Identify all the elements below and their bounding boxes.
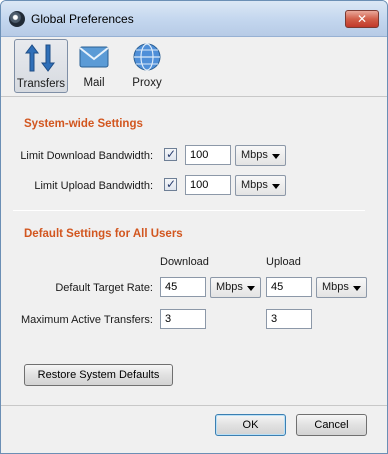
tab-transfers-label: Transfers [16,78,66,90]
download-limit-checkbox[interactable]: ✓ [164,147,177,161]
proxy-globe-icon [133,43,161,71]
upload-limit-input[interactable] [185,175,231,195]
max-transfers-label: Maximum Active Transfers: [20,314,153,326]
transfers-arrows-icon [25,44,55,72]
upload-limit-checkbox[interactable]: ✓ [164,177,177,191]
checkmark-icon: ✓ [166,177,177,191]
chevron-down-icon [272,154,280,159]
upload-column-header: Upload [266,256,301,268]
ok-button[interactable]: OK [215,414,286,436]
max-transfers-download-input[interactable] [160,309,206,329]
chevron-down-icon [272,184,280,189]
checkmark-icon: ✓ [166,147,177,161]
tab-proxy[interactable]: Proxy [120,39,174,93]
mail-envelope-icon [79,46,109,68]
target-rate-download-input[interactable] [160,277,206,297]
upload-limit-label: Limit Upload Bandwidth: [34,180,153,192]
target-rate-download-unit-select[interactable]: Mbps [210,277,261,298]
download-unit-select[interactable]: Mbps [235,145,286,166]
restore-defaults-button[interactable]: Restore System Defaults [24,364,173,386]
app-icon [9,11,25,27]
download-limit-label: Limit Download Bandwidth: [20,150,153,162]
target-rate-label: Default Target Rate: [55,282,153,294]
tab-mail[interactable]: Mail [67,39,121,93]
chevron-down-icon [247,286,255,291]
target-rate-download-unit-value: Mbps [216,281,243,293]
default-users-heading: Default Settings for All Users [24,228,183,240]
download-unit-value: Mbps [241,149,268,161]
dialog-footer: OK Cancel [1,405,387,453]
preferences-window: Global Preferences ✕ Transfers Mail Prox… [0,0,388,454]
preferences-toolbar: Transfers Mail Proxy [1,37,387,97]
chevron-down-icon [353,286,361,291]
close-button[interactable]: ✕ [345,10,379,28]
upload-unit-value: Mbps [241,179,268,191]
tab-mail-label: Mail [83,77,105,89]
tab-transfers[interactable]: Transfers [14,39,68,93]
max-transfers-upload-input[interactable] [266,309,312,329]
transfers-settings-panel: System-wide Settings Limit Download Band… [1,98,387,405]
target-rate-upload-input[interactable] [266,277,312,297]
target-rate-upload-unit-value: Mbps [322,281,349,293]
upload-unit-select[interactable]: Mbps [235,175,286,196]
cancel-button[interactable]: Cancel [296,414,367,436]
download-limit-input[interactable] [185,145,231,165]
window-title: Global Preferences [31,12,134,26]
section-divider [13,210,365,211]
tab-proxy-label: Proxy [132,77,162,89]
system-wide-heading: System-wide Settings [24,118,143,130]
target-rate-upload-unit-select[interactable]: Mbps [316,277,367,298]
title-bar[interactable]: Global Preferences ✕ [1,1,387,37]
download-column-header: Download [160,256,209,268]
